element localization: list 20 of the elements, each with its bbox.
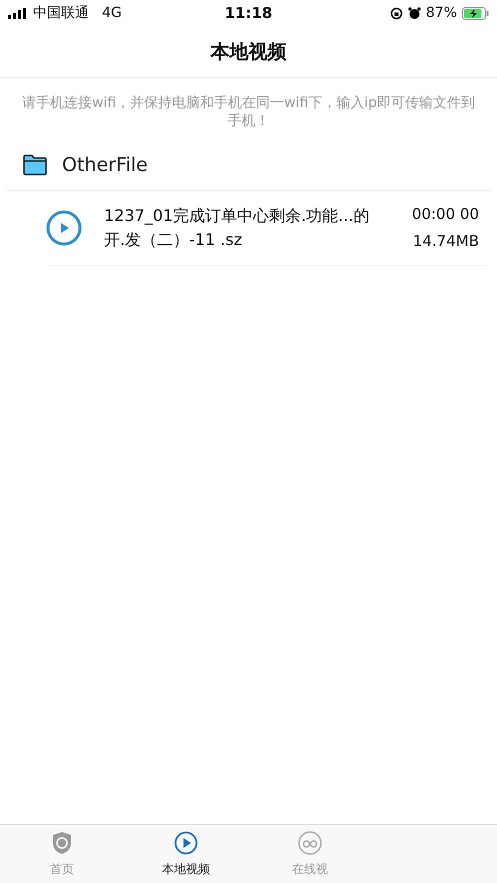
video-size: 14.74MB xyxy=(412,231,479,252)
video-name: 1237_01完成订单中心剩余.功能...的开.发（二）-11 .sz xyxy=(104,205,370,251)
carrier-name: 中国联通 xyxy=(33,4,89,22)
clock-time: 11:18 xyxy=(224,4,272,22)
page-title: 本地视频 xyxy=(210,40,286,64)
network-type: 4G xyxy=(102,5,122,21)
alarm-icon xyxy=(408,6,421,20)
battery-percent: 87% xyxy=(426,5,457,21)
battery-icon xyxy=(462,6,489,20)
rotation-lock-icon xyxy=(390,6,403,20)
folder-icon[interactable] xyxy=(22,154,48,176)
video-duration: 00:00 00 xyxy=(412,204,479,225)
shield-icon xyxy=(51,830,73,854)
folder-name[interactable]: OtherFile xyxy=(62,154,148,176)
video-row[interactable]: 1237_01完成订单中心剩余.功能...的开.发（二）-11 .sz 00:00 00 14.74MB xyxy=(46,191,487,266)
hint-text: 请手机连接wifi，并保持电脑和手机在同一wifi下，输入ip即可传输文件到手机！ xyxy=(20,94,476,131)
signal-icon xyxy=(8,8,28,18)
tab-item[interactable]: 本地视频 xyxy=(124,825,248,883)
play-icon[interactable] xyxy=(46,210,82,246)
play-icon xyxy=(174,830,198,854)
